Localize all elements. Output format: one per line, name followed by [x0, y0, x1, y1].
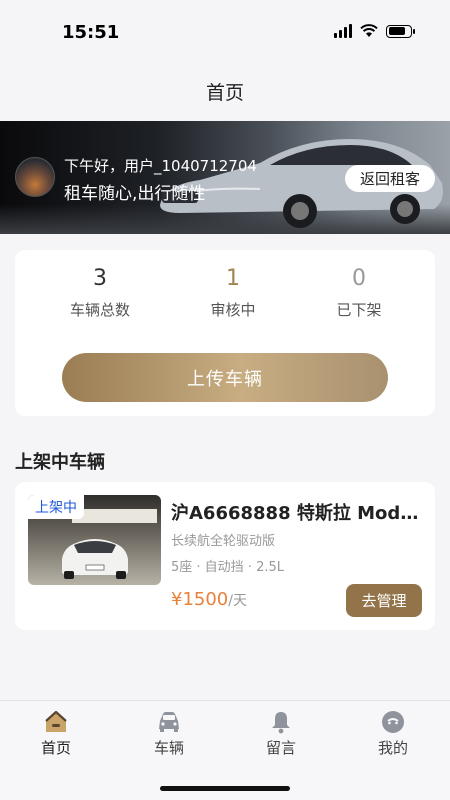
- wifi-icon: [360, 24, 378, 37]
- tab-label: 留言: [265, 739, 296, 757]
- bell-icon: [272, 712, 290, 734]
- vehicle-photo[interactable]: 上架中: [28, 495, 161, 585]
- tab-label: 首页: [40, 739, 71, 757]
- signal-icon: [334, 24, 352, 38]
- vehicle-name: 沪A6668888 特斯拉 Model Y: [171, 503, 423, 524]
- home-icon: [45, 710, 67, 732]
- listed-status-badge: 上架中: [28, 495, 84, 519]
- stat-value: 3: [93, 266, 107, 291]
- vehicle-version: 长续航全轮驱动版: [171, 534, 276, 549]
- stat-label: 车辆总数: [69, 301, 130, 319]
- manage-button[interactable]: 去管理: [346, 584, 422, 617]
- page-title: 首页: [205, 82, 244, 104]
- stat-total-vehicles[interactable]: 3 车辆总数: [50, 266, 150, 320]
- stat-label: 已下架: [336, 301, 382, 319]
- status-time: 15:51: [62, 22, 120, 43]
- stat-value: 0: [352, 266, 366, 291]
- status-icons: [334, 24, 415, 38]
- tab-label: 我的: [377, 739, 408, 757]
- tab-messages[interactable]: 留言: [241, 709, 321, 758]
- vehicle-card[interactable]: 上架中 沪A6668888 特斯拉 Model Y 长续航全轮驱动版 5座 · …: [15, 482, 435, 630]
- price-unit: /天: [228, 593, 247, 609]
- avatar[interactable]: [15, 157, 55, 197]
- battery-icon: [386, 24, 415, 38]
- stat-under-review[interactable]: 1 审核中: [183, 266, 283, 320]
- vehicle-car-image: [62, 539, 128, 579]
- tab-vehicles[interactable]: 车辆: [129, 709, 209, 758]
- vehicle-specs: 5座 · 自动挡 · 2.5L: [171, 560, 284, 575]
- tab-home[interactable]: 首页: [16, 709, 96, 758]
- vehicle-price: ¥1500/天: [171, 589, 247, 610]
- stats-card: 3 车辆总数 1 审核中 0 已下架 上传车辆: [15, 250, 435, 416]
- greeting-text: 下午好，用户_1040712704: [64, 157, 257, 175]
- home-indicator: [160, 786, 290, 791]
- tab-profile[interactable]: 我的: [353, 709, 433, 758]
- section-title: 上架中车辆: [15, 452, 105, 473]
- showroom-sign: [72, 509, 157, 523]
- tab-label: 车辆: [153, 739, 184, 757]
- status-bar: 15:51: [0, 0, 450, 64]
- stat-delisted[interactable]: 0 已下架: [309, 266, 409, 320]
- price-value: ¥1500: [171, 589, 229, 610]
- upload-vehicle-button[interactable]: 上传车辆: [62, 353, 388, 402]
- car-icon: [159, 712, 179, 732]
- stat-label: 审核中: [210, 301, 256, 319]
- tab-bar: 首页 车辆 留言 我的: [0, 700, 450, 800]
- stat-value: 1: [226, 266, 240, 291]
- slogan-text: 租车随心,出行随性: [64, 184, 206, 204]
- profile-icon: [382, 711, 404, 733]
- return-to-renter-button[interactable]: 返回租客: [345, 165, 435, 192]
